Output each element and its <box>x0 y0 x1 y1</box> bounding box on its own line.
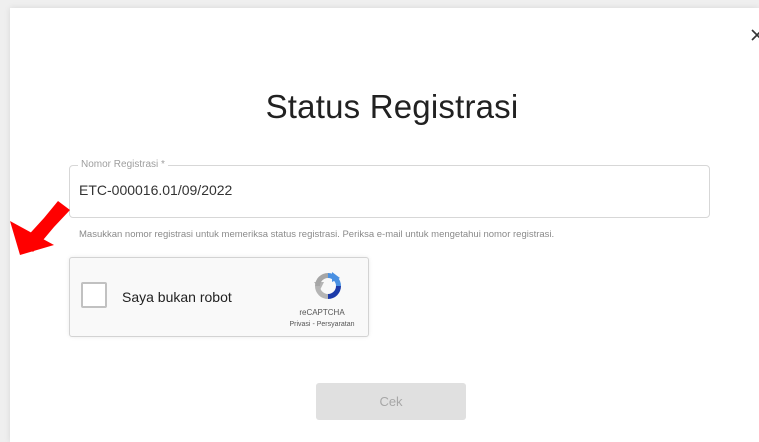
registration-status-dialog <box>10 8 759 442</box>
registration-number-field[interactable]: Nomor Registrasi * <box>69 159 710 218</box>
recaptcha-checkbox-label: Saya bukan robot <box>122 289 232 305</box>
check-button[interactable]: Cek <box>316 383 466 420</box>
recaptcha-terms-link[interactable]: Persyaratan <box>317 321 355 328</box>
registration-number-input[interactable] <box>79 182 679 198</box>
recaptcha-privacy-link[interactable]: Privasi <box>289 321 310 328</box>
red-arrow-icon <box>10 201 70 255</box>
close-icon[interactable] <box>749 27 759 43</box>
recaptcha-links-separator: - <box>312 321 315 328</box>
registration-number-hint: Masukkan nomor registrasi untuk memeriks… <box>79 229 555 240</box>
recaptcha-logo-icon <box>314 272 341 299</box>
recaptcha-checkbox[interactable] <box>81 282 107 308</box>
recaptcha-widget: Saya bukan robot reCAPTCHA Privasi - Per… <box>69 257 369 337</box>
dialog-title: Status Registrasi <box>265 88 519 125</box>
recaptcha-brand: reCAPTCHA <box>299 308 345 317</box>
recaptcha-links: Privasi - Persyaratan <box>282 321 362 328</box>
registration-number-label: Nomor Registrasi * <box>78 159 168 170</box>
